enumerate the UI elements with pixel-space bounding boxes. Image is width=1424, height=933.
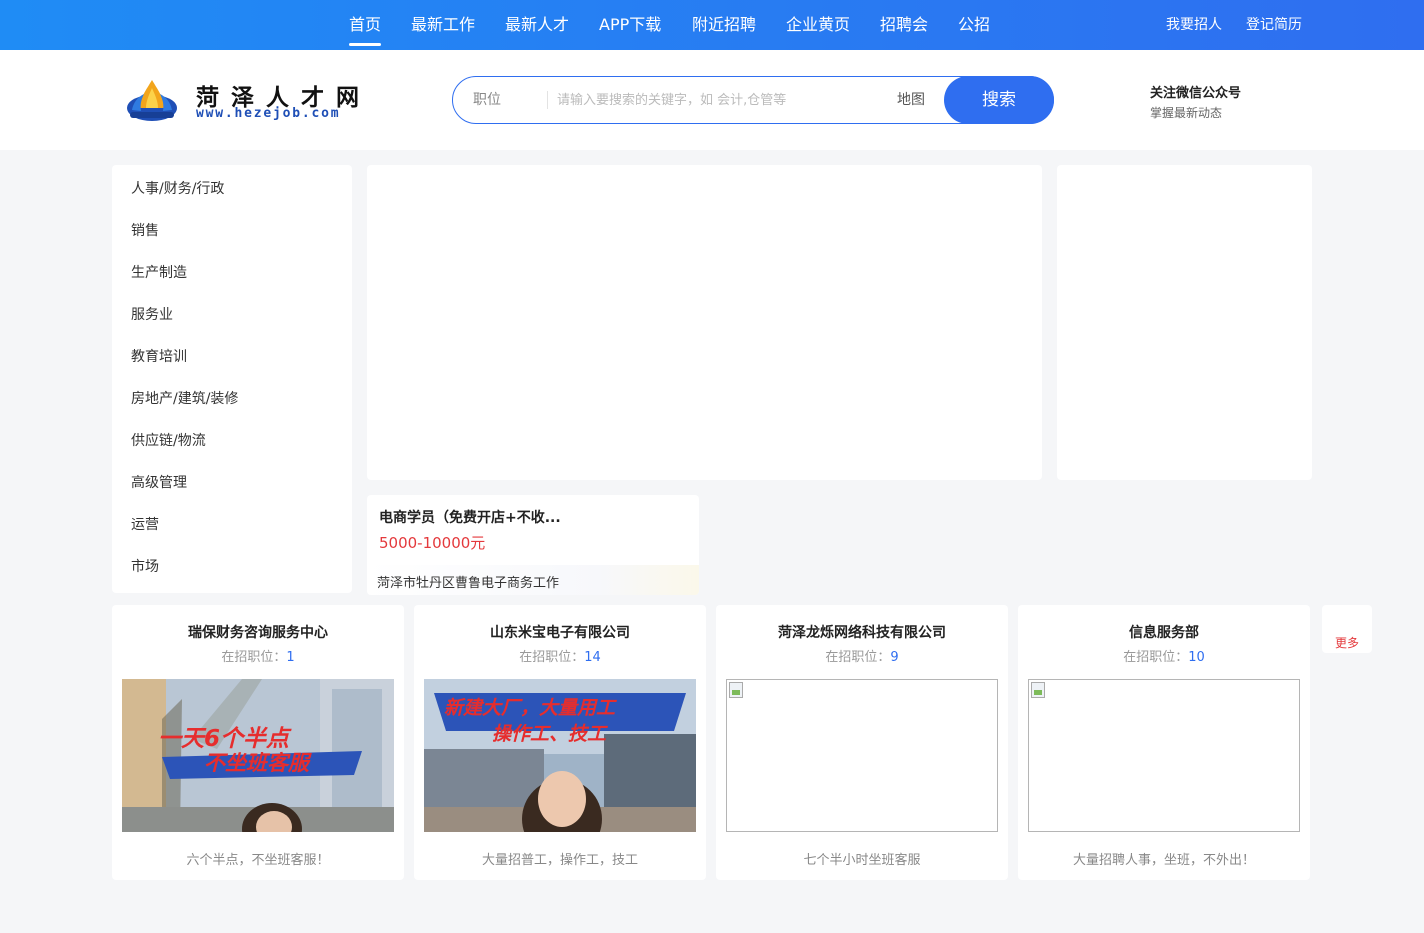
side-promo-card[interactable]: [1057, 165, 1312, 480]
nav-latest-jobs[interactable]: 最新工作: [411, 0, 475, 50]
company-name: 瑞保财务咨询服务中心: [188, 625, 328, 641]
video-overlay-text: 不坐班客服: [204, 751, 309, 775]
search-input[interactable]: [557, 85, 877, 115]
main-banner[interactable]: [367, 165, 1042, 480]
job-salary: 5000-10000元: [379, 534, 486, 552]
company-open-positions: 在招职位：1: [112, 646, 404, 665]
video-overlay-text: 操作工、技工: [492, 723, 607, 745]
job-category-menu: 人事/财务/行政 销售 生产制造 服务业 教育培训 房地产/建筑/装修 供应链/…: [112, 165, 352, 593]
category-item[interactable]: 房地产/建筑/装修: [131, 388, 238, 408]
category-item[interactable]: 高级管理: [131, 472, 187, 492]
positions-label: 在招职位：: [825, 650, 891, 665]
job-footer: 菏泽市牡丹区曹鲁电子商务工作: [367, 565, 699, 595]
company-image-placeholder[interactable]: [726, 679, 998, 832]
search-category-select[interactable]: 职位: [473, 77, 501, 123]
nav-nearby-jobs[interactable]: 附近招聘: [692, 0, 756, 50]
company-video-thumbnail[interactable]: 新建大厂，大量用工 操作工、技工: [424, 679, 696, 832]
site-header: 菏泽人才网 www.hezejob.com 职位 地图 搜索 关注微信公众号 掌…: [0, 50, 1424, 150]
company-image-placeholder[interactable]: [1028, 679, 1300, 832]
positions-count: 9: [890, 650, 899, 665]
logo-url: www.hezejob.com: [196, 106, 341, 121]
positions-label: 在招职位：: [519, 650, 585, 665]
positions-count: 14: [584, 650, 601, 665]
company-card[interactable]: 信息服务部 在招职位：10 大量招聘人事，坐班，不外出！: [1018, 605, 1310, 880]
company-open-positions: 在招职位：9: [716, 646, 1008, 665]
more-companies-button[interactable]: 更多: [1322, 605, 1372, 653]
nav-public-recruitment[interactable]: 公招: [958, 0, 990, 50]
company-open-positions: 在招职位：14: [414, 646, 706, 665]
top-nav-bar: 首页 最新工作 最新人才 APP下载 附近招聘 企业黄页 招聘会 公招 我要招人…: [0, 0, 1424, 50]
search-bar: 职位 地图 搜索: [452, 76, 1054, 124]
company-card[interactable]: 山东米宝电子有限公司 在招职位：14 新建大厂，大量用工 操作工、技工 大量招普…: [414, 605, 706, 880]
job-title: 电商学员（免费开店+不收...: [379, 510, 561, 526]
wechat-follow-subtitle: 掌握最新动态: [1150, 106, 1223, 120]
company-video-thumbnail[interactable]: 一天6个半点 不坐班客服: [122, 679, 394, 832]
company-name: 信息服务部: [1129, 625, 1199, 641]
category-item[interactable]: 服务业: [131, 304, 173, 324]
category-item[interactable]: 教育培训: [131, 346, 187, 366]
category-item[interactable]: 生产制造: [131, 262, 187, 282]
positions-count: 1: [286, 650, 295, 665]
company-card[interactable]: 瑞保财务咨询服务中心 在招职位：1 一天6个半点 不坐班客服 六个半点，不坐班客…: [112, 605, 404, 880]
nav-app-download[interactable]: APP下载: [599, 0, 661, 50]
company-description: 六个半点，不坐班客服！: [186, 853, 330, 868]
company-open-positions: 在招职位：10: [1018, 646, 1310, 665]
job-location: 菏泽市牡丹区曹鲁电子商务工作: [377, 576, 560, 591]
positions-label: 在招职位：: [1123, 650, 1189, 665]
broken-image-icon: [1031, 682, 1045, 698]
broken-image-icon: [729, 682, 743, 698]
category-item[interactable]: 人事/财务/行政: [131, 178, 224, 198]
category-item[interactable]: 市场: [131, 556, 159, 576]
company-description: 大量招聘人事，坐班，不外出！: [1072, 853, 1255, 868]
company-description: 七个半小时坐班客服: [803, 853, 921, 868]
logo-flame-icon: [127, 80, 177, 121]
company-description: 大量招普工，操作工，技工: [481, 853, 638, 868]
search-divider: [547, 91, 548, 109]
positions-count: 10: [1188, 650, 1205, 665]
nav-company-directory[interactable]: 企业黄页: [786, 0, 850, 50]
category-item[interactable]: 运营: [131, 514, 159, 534]
featured-job-card[interactable]: 电商学员（免费开店+不收... 5000-10000元 菏泽市牡丹区曹鲁电子商务…: [367, 495, 699, 595]
nav-home[interactable]: 首页: [349, 0, 382, 50]
company-card[interactable]: 菏泽龙烁网络科技有限公司 在招职位：9 七个半小时坐班客服: [716, 605, 1008, 880]
category-item[interactable]: 供应链/物流: [131, 430, 206, 450]
search-button[interactable]: 搜索: [944, 76, 1054, 124]
nav-latest-talent[interactable]: 最新人才: [505, 0, 569, 50]
positions-label: 在招职位：: [221, 650, 287, 665]
wechat-follow-title[interactable]: 关注微信公众号: [1150, 82, 1241, 101]
map-search-link[interactable]: 地图: [897, 77, 925, 123]
more-label: 更多: [1335, 636, 1360, 650]
site-logo[interactable]: 菏泽人才网 www.hezejob.com: [126, 76, 396, 126]
nav-job-fair[interactable]: 招聘会: [880, 0, 928, 50]
company-name: 山东米宝电子有限公司: [490, 625, 630, 641]
video-overlay-text: 新建大厂，大量用工: [444, 697, 616, 719]
post-job-link[interactable]: 我要招人: [1166, 0, 1222, 50]
category-item[interactable]: 销售: [131, 220, 159, 240]
register-resume-link[interactable]: 登记简历: [1246, 0, 1302, 50]
company-name: 菏泽龙烁网络科技有限公司: [778, 625, 946, 641]
